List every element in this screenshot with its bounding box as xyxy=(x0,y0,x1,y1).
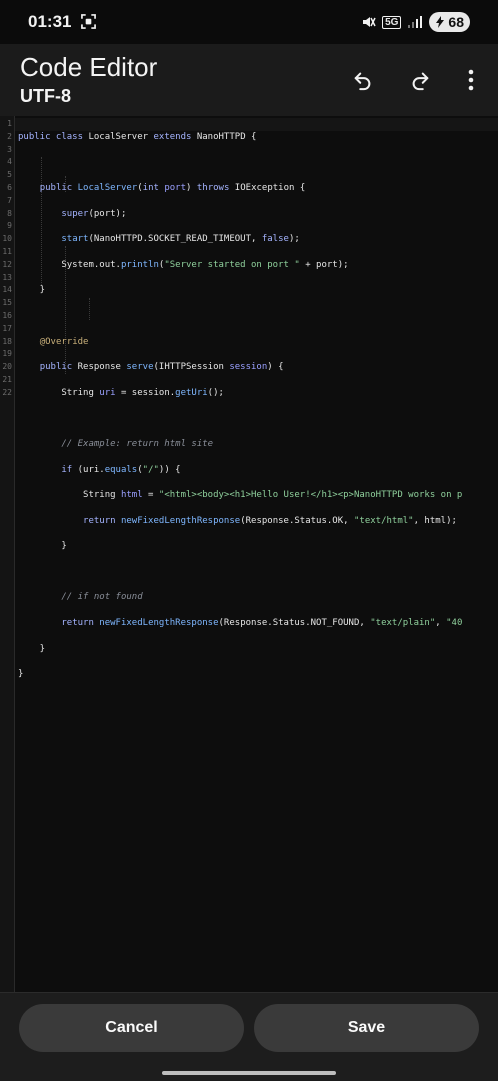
battery-indicator: 68 xyxy=(429,12,470,32)
code-line: @Override xyxy=(39,336,89,347)
code-line: // if not found xyxy=(61,592,143,603)
save-button[interactable]: Save xyxy=(254,1004,479,1052)
charging-icon xyxy=(436,16,445,28)
code-line: super(port); xyxy=(61,208,127,219)
bottom-action-bar: Cancel Save xyxy=(0,992,498,1081)
line-number: 7 xyxy=(7,195,12,205)
page-title: Code Editor xyxy=(20,52,158,82)
code-line: } xyxy=(18,669,24,680)
line-number: 12 xyxy=(2,259,12,269)
code-line: } xyxy=(18,285,46,296)
home-indicator[interactable] xyxy=(162,1071,336,1075)
more-vert-icon xyxy=(468,69,474,91)
code-line: public class LocalServer extends NanoHTT… xyxy=(18,131,257,142)
line-number: 16 xyxy=(2,311,12,320)
code-line: public Response serve(IHTTPSession sessi… xyxy=(39,362,284,373)
line-number-gutter: 1 2 3 4 5 6 7 8 9 10 11 12 13 14 15 16 17 18 19 20 21 22 xyxy=(0,116,15,992)
line-number: 9 xyxy=(7,221,12,231)
line-number: 20 xyxy=(2,362,12,372)
code-line: public LocalServer(int port) throws IOEx… xyxy=(39,182,306,193)
line-number: 4 xyxy=(7,157,12,167)
line-number: 2 xyxy=(7,131,12,141)
line-number: 3 xyxy=(7,144,12,154)
battery-level: 68 xyxy=(448,14,464,30)
code-line: start(NanoHTTPD.SOCKET_READ_TIMEOUT, fal… xyxy=(61,234,300,245)
code-line: String uri = session.getUri(); xyxy=(18,387,224,398)
line-number: 14 xyxy=(2,285,12,295)
line-number: 6 xyxy=(7,183,12,192)
undo-button[interactable] xyxy=(347,64,379,96)
code-line: // Example: return html site xyxy=(61,438,214,449)
status-bar: 01:31 5G 68 xyxy=(0,0,498,44)
line-number: 19 xyxy=(2,349,12,359)
line-number: 17 xyxy=(2,323,12,333)
status-time: 01:31 xyxy=(28,12,72,31)
line-number: 11 xyxy=(2,247,12,256)
status-icons: 5G 68 xyxy=(360,11,470,33)
line-number: 8 xyxy=(7,208,12,218)
line-number: 10 xyxy=(2,234,12,244)
code-content[interactable]: public class LocalServer extends NanoHTT… xyxy=(18,118,462,707)
line-number: 5 xyxy=(7,170,12,180)
line-number: 1 xyxy=(7,119,12,128)
code-line: } xyxy=(18,541,67,552)
app-bar: Code Editor UTF-8 xyxy=(0,44,498,116)
code-line: if (uri.equals("/")) { xyxy=(61,464,181,475)
cancel-button[interactable]: Cancel xyxy=(19,1004,244,1052)
code-line: return newFixedLengthResponse(Response.S… xyxy=(83,515,457,526)
redo-button[interactable] xyxy=(404,64,436,96)
code-line: String html = "<html><body><h1>Hello Use… xyxy=(18,490,463,501)
screenshot-icon xyxy=(81,14,96,29)
line-number: 13 xyxy=(2,272,12,282)
line-number: 18 xyxy=(2,336,12,346)
more-options-button[interactable] xyxy=(455,64,487,96)
redo-icon xyxy=(412,72,429,91)
encoding-label: UTF-8 xyxy=(20,86,71,106)
code-line: System.out.println("Server started on po… xyxy=(18,259,349,270)
code-editor[interactable]: 1 2 3 4 5 6 7 8 9 10 11 12 13 14 15 16 17 18 19 20 21 22 publ… xyxy=(0,116,498,992)
line-number: 22 xyxy=(2,387,12,397)
network-label: 5G xyxy=(382,15,402,29)
vibrate-mute-icon xyxy=(363,17,376,27)
undo-icon xyxy=(354,72,371,91)
line-number: 15 xyxy=(2,298,12,308)
code-line: return newFixedLengthResponse(Response.S… xyxy=(61,618,463,629)
code-line: } xyxy=(18,643,46,654)
line-number: 21 xyxy=(2,375,12,384)
signal-icon xyxy=(408,16,423,28)
